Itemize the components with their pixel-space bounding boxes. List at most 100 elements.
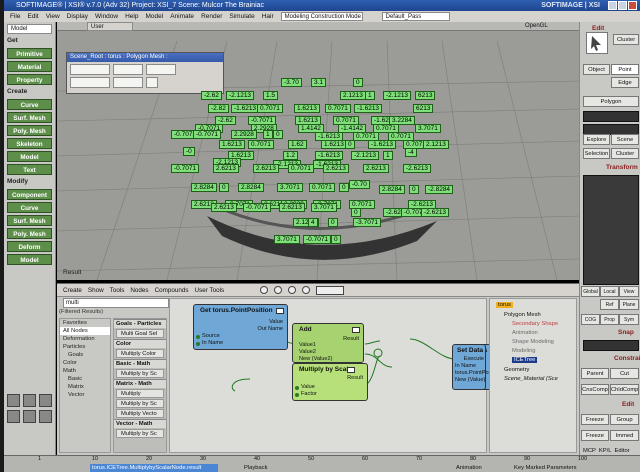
category-item[interactable]: Basic (60, 375, 110, 383)
group-button[interactable]: Group (610, 414, 639, 425)
prop-button[interactable]: Prop (600, 314, 619, 325)
toolbar-mode-combo[interactable]: Model (7, 24, 52, 34)
3d-viewport[interactable]: User OpenGL Scene_Root : torus : Polygon… (57, 22, 579, 280)
get-material-button[interactable]: Material (7, 61, 52, 72)
lock-tool-icon[interactable] (7, 410, 20, 423)
lock-icon[interactable] (146, 77, 158, 88)
node-list-item[interactable]: Multi Goal Sel (116, 329, 164, 338)
float-field-5[interactable] (113, 77, 143, 88)
camera-tool-icon[interactable] (39, 394, 52, 407)
edge-button[interactable]: Edge (611, 77, 639, 88)
node-list-item[interactable]: Multiply by Sc (116, 399, 164, 408)
scene-button[interactable]: Scene (611, 134, 639, 145)
category-item[interactable]: All Nodes (60, 327, 110, 335)
menu-window[interactable]: Window (95, 13, 118, 20)
refresh-icon[interactable] (274, 286, 283, 294)
menu-user-tools[interactable]: User Tools (195, 287, 225, 294)
ref-button[interactable]: Ref (600, 299, 619, 310)
cut-button[interactable]: Cut (610, 368, 639, 379)
editor-tab[interactable]: Editor (614, 448, 629, 454)
explorer-modeling[interactable]: Modeling (512, 348, 536, 354)
modify-poly-mesh-button[interactable]: Poly. Mesh (7, 228, 52, 239)
category-item[interactable]: Particles (60, 343, 110, 351)
explorer-geometry[interactable]: Geometry (504, 367, 529, 373)
node-group-header[interactable]: Goals - Particles (114, 319, 166, 328)
node-filter-input[interactable]: multi (63, 298, 169, 308)
category-item[interactable]: Favorites (60, 319, 110, 327)
timeline[interactable]: 1 10 20 30 40 50 60 70 80 90 100 torus.ICETree.Mul… (4, 455, 640, 472)
select-arrow-icon[interactable] (586, 32, 608, 54)
view-button[interactable]: View (619, 286, 639, 297)
port-source[interactable]: Source (202, 333, 220, 339)
home-icon[interactable] (288, 286, 297, 294)
camera-combo[interactable]: User (87, 22, 133, 31)
node-group-header[interactable]: Color (114, 339, 166, 348)
explorer-secondary-shape[interactable]: Secondary Shape (512, 321, 558, 327)
port-factor[interactable]: Factor (301, 391, 317, 397)
local-button[interactable]: Local (600, 286, 619, 297)
port-in-name[interactable]: In Name (202, 340, 223, 346)
modify-deform-button[interactable]: Deform (7, 241, 52, 252)
modify-model-button[interactable]: Model (7, 254, 52, 265)
node-group-header[interactable]: Basic - Math (114, 359, 166, 368)
paint-tool-icon[interactable] (23, 394, 36, 407)
category-item[interactable]: Goals (60, 351, 110, 359)
freeze-button-2[interactable]: Freeze (581, 430, 609, 441)
category-item[interactable]: Math (60, 367, 110, 375)
port-value2[interactable]: Value2 (299, 349, 316, 355)
section-create[interactable]: Create (4, 87, 55, 97)
object-button[interactable]: Object (583, 64, 610, 75)
float-field-4[interactable] (70, 77, 110, 88)
node-list-item[interactable]: Multiply by Sc (116, 369, 164, 378)
menu-edit[interactable]: Edit (27, 13, 38, 20)
section-get[interactable]: Get (4, 36, 55, 46)
snap-field[interactable] (583, 340, 639, 351)
plane-button[interactable]: Plane (619, 299, 639, 310)
lock-icon[interactable] (260, 286, 269, 294)
chldcomp-button[interactable]: ChldComp (610, 384, 639, 395)
port-value[interactable]: Value (269, 319, 283, 325)
port-result[interactable]: Result (343, 336, 359, 342)
selection-field-1[interactable] (583, 111, 639, 122)
float-field-2[interactable] (113, 64, 143, 75)
menu-display[interactable]: Display (67, 13, 88, 20)
shading-mode[interactable]: OpenGL (525, 22, 548, 31)
explorer-polygon-mesh[interactable]: Polygon Mesh (504, 312, 541, 318)
eye-tool-icon[interactable] (23, 410, 36, 423)
navigate-arrows-icon[interactable] (316, 285, 345, 295)
menu-show[interactable]: Show (88, 287, 104, 294)
parent-button[interactable]: Parent (581, 368, 609, 379)
create-poly-mesh-button[interactable]: Poly. Mesh (7, 125, 52, 136)
menu-model[interactable]: Model (145, 13, 163, 20)
mcp-tab[interactable]: MCP (583, 448, 596, 454)
create-skeleton-button[interactable]: Skeleton (7, 138, 52, 149)
immed-button[interactable]: Immed (610, 430, 639, 441)
explorer-icetree[interactable]: ICETree (512, 357, 538, 363)
kpl-tab[interactable]: KP/L (599, 448, 612, 454)
polygon-button[interactable]: Polygon (583, 96, 639, 107)
category-item[interactable]: Matrix (60, 383, 110, 391)
menu-view[interactable]: View (46, 13, 60, 20)
node-group-header[interactable]: Matrix - Math (114, 379, 166, 388)
float-field-1[interactable] (70, 64, 110, 75)
category-item[interactable]: Deformation (60, 335, 110, 343)
cluster-button[interactable]: Cluster (613, 34, 639, 45)
pass-combo[interactable]: Default_Pass (381, 12, 450, 21)
playback-label[interactable]: Playback (244, 465, 268, 471)
set-data-node-body[interactable]: Set Data Execute In Name torus.PointPosi… (452, 344, 502, 390)
float-field-3[interactable] (146, 64, 176, 75)
port-out-name[interactable]: Out Name (258, 326, 284, 332)
explore-button[interactable]: Explore (583, 134, 610, 145)
modify-component-button[interactable]: Component (7, 189, 52, 200)
grid-tool-icon[interactable] (39, 410, 52, 423)
explorer-shape-modeling[interactable]: Shape Modeling (512, 339, 554, 345)
explorer-animation[interactable]: Animation (512, 330, 538, 336)
node-list-item[interactable]: Multiply Color (116, 349, 164, 358)
node-expand-icon[interactable] (276, 308, 284, 314)
explorer-root-torus[interactable]: torus (496, 302, 513, 308)
node-expand-icon[interactable] (347, 367, 355, 373)
animation-label[interactable]: Animation (456, 465, 482, 471)
polygon-mesh-float-window[interactable]: Scene_Root : torus : Polygon Mesh : (66, 52, 224, 94)
modify-curve-button[interactable]: Curve (7, 202, 52, 213)
category-item[interactable]: Vector (60, 391, 110, 399)
